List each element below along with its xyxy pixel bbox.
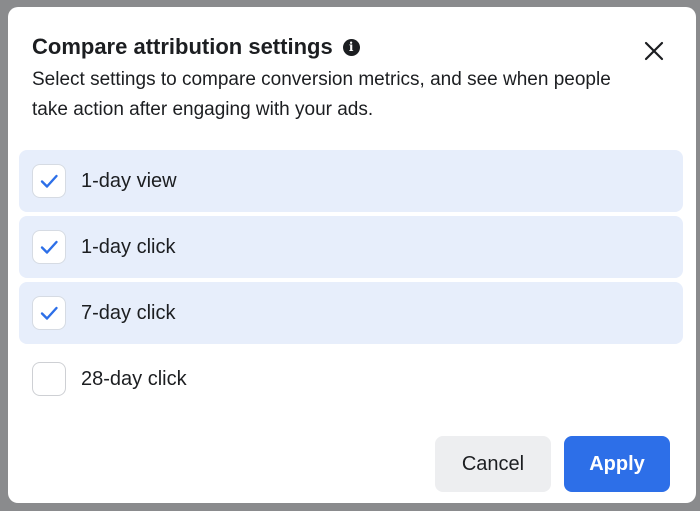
- option-label: 1-day view: [81, 169, 177, 192]
- close-button[interactable]: [636, 33, 672, 69]
- dialog-header: Compare attribution settings i: [32, 33, 360, 61]
- attribution-options-list: 1-day view 1-day click 7-day click 28-da…: [19, 150, 683, 414]
- close-icon: [644, 41, 664, 61]
- checkmark-icon: [40, 174, 58, 188]
- option-1-day-view[interactable]: 1-day view: [19, 150, 683, 212]
- checkmark-icon: [40, 306, 58, 320]
- checkbox[interactable]: [32, 230, 66, 264]
- checkbox[interactable]: [32, 296, 66, 330]
- dialog-subtitle: Select settings to compare conversion me…: [32, 69, 611, 120]
- option-28-day-click[interactable]: 28-day click: [19, 348, 683, 410]
- checkbox[interactable]: [32, 362, 66, 396]
- option-7-day-click[interactable]: 7-day click: [19, 282, 683, 344]
- dialog-title: Compare attribution settings: [32, 34, 333, 59]
- option-label: 1-day click: [81, 235, 176, 258]
- dialog-footer: Cancel Apply: [435, 436, 670, 492]
- attribution-settings-dialog: Compare attribution settings i Select se…: [8, 7, 696, 503]
- option-label: 28-day click: [81, 367, 187, 390]
- checkmark-icon: [40, 240, 58, 254]
- option-1-day-click[interactable]: 1-day click: [19, 216, 683, 278]
- checkbox[interactable]: [32, 164, 66, 198]
- info-icon[interactable]: i: [342, 38, 360, 56]
- option-label: 7-day click: [81, 301, 176, 324]
- apply-button[interactable]: Apply: [564, 436, 670, 492]
- cancel-button[interactable]: Cancel: [435, 436, 551, 492]
